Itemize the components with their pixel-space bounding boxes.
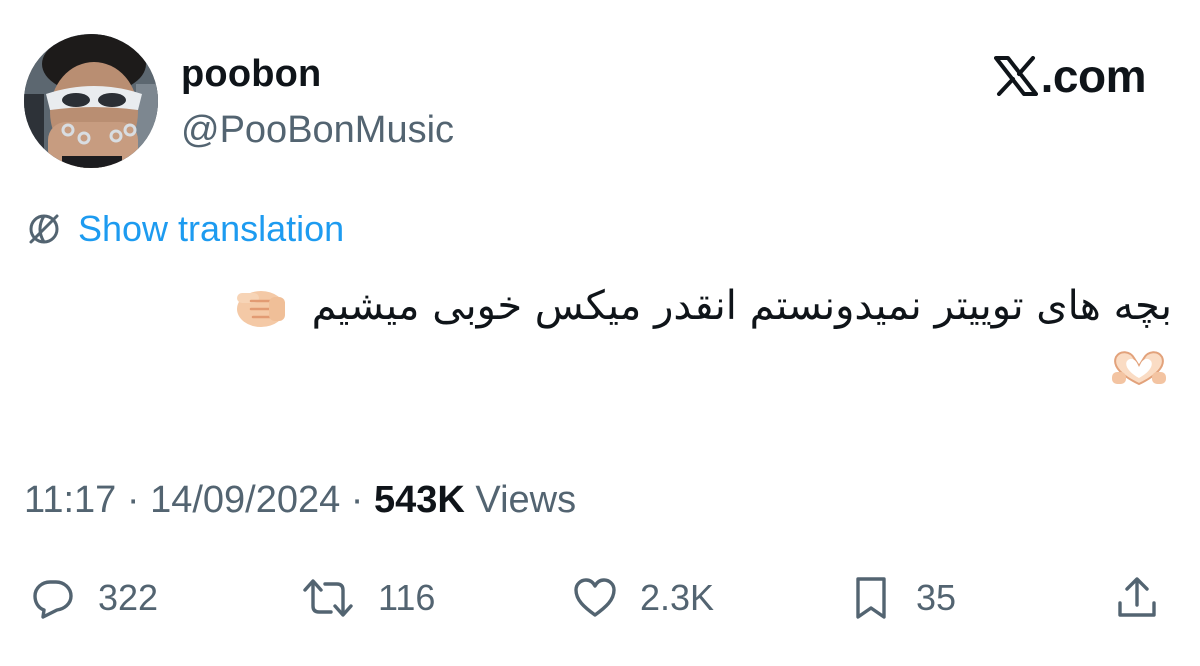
show-translation-link[interactable]: Show translation: [24, 207, 344, 251]
brand-logo: .com: [993, 50, 1147, 102]
avatar[interactable]: [24, 34, 158, 168]
bookmark-count: 35: [916, 577, 957, 618]
reply-count: 322: [98, 577, 159, 618]
emoji-line: [1108, 348, 1170, 393]
share-icon: [1118, 577, 1156, 617]
pointing-fist-emoji: [236, 291, 285, 327]
retweet-icon: [303, 579, 353, 617]
like-count: 2.3K: [640, 577, 715, 618]
like-button[interactable]: 2.3K: [572, 570, 714, 626]
bookmark-icon: [856, 577, 886, 619]
reply-button[interactable]: 322: [30, 570, 158, 626]
tweet-text-body: بچه های توییتر نمیدونستم انقدر میکس خوبی…: [311, 283, 1172, 329]
heart-icon: [574, 578, 616, 617]
display-name[interactable]: poobon: [181, 52, 321, 96]
tweet-time[interactable]: 11:17: [24, 479, 116, 521]
views-label: Views: [464, 479, 577, 521]
tweet-date[interactable]: 14/09/2024: [150, 479, 340, 521]
avatar-photo: [24, 34, 158, 168]
tweet-meta: 11:17 · 14/09/2024 · 543K Views: [24, 476, 576, 524]
heart-hands-emoji: [1112, 351, 1166, 386]
show-translation-label: Show translation: [78, 208, 345, 249]
brand-domain: .com: [1040, 50, 1147, 102]
meta-separator: ·: [116, 479, 151, 521]
tweet-text: بچه های توییتر نمیدونستم انقدر میکس خوبی…: [52, 268, 1172, 344]
meta-separator: ·: [340, 479, 375, 521]
retweet-button[interactable]: 116: [300, 570, 435, 626]
reply-icon: [33, 580, 73, 619]
x-logo-icon: [993, 56, 1038, 96]
action-bar: 322 116 2.3K 35: [24, 570, 1172, 626]
globe-icon: [29, 214, 59, 244]
handle[interactable]: @PooBonMusic: [181, 106, 454, 154]
share-button[interactable]: [1114, 570, 1160, 626]
retweet-count: 116: [378, 577, 436, 618]
views-count: 543K: [374, 479, 465, 521]
bookmark-button[interactable]: 35: [848, 570, 956, 626]
